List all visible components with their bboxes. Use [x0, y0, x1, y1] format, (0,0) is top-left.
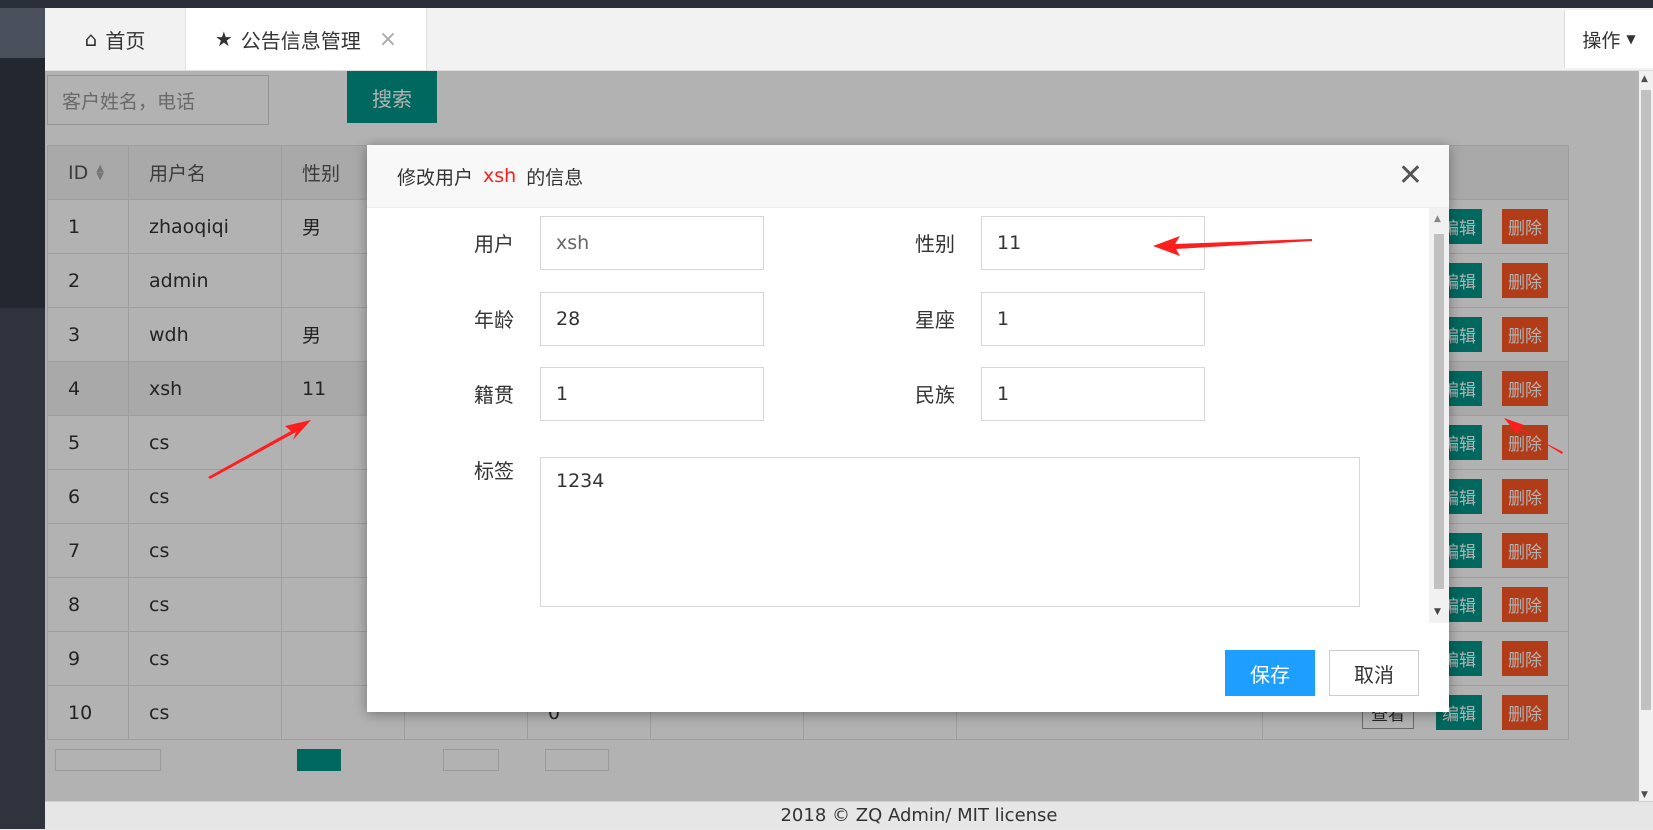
native-place-label: 籍贯	[474, 383, 514, 407]
star-icon: ★	[214, 27, 233, 51]
scroll-up-icon[interactable]: ▲	[1641, 74, 1648, 84]
close-icon[interactable]: ✕	[1398, 161, 1423, 191]
tab-active-label: 公告信息管理	[240, 28, 361, 53]
age-field[interactable]: 28	[540, 292, 764, 346]
modal-title-suffix: 的信息	[526, 166, 584, 189]
operations-dropdown[interactable]: 操作 ▼	[1564, 10, 1653, 68]
cancel-button[interactable]: 取消	[1329, 650, 1419, 696]
gender-field[interactable]: 11	[981, 216, 1205, 270]
footer-text: 2018 © ZQ Admin/ MIT license	[780, 805, 1058, 826]
ethnicity-field[interactable]: 1	[981, 367, 1205, 421]
page-scrollbar-thumb[interactable]	[1641, 90, 1651, 710]
tags-label: 标签	[474, 459, 514, 483]
operations-label: 操作	[1582, 29, 1621, 52]
footer: 2018 © ZQ Admin/ MIT license	[45, 801, 1653, 829]
scroll-up-icon[interactable]: ▲	[1434, 214, 1441, 224]
scroll-down-icon[interactable]: ▼	[1434, 607, 1441, 617]
native-place-field[interactable]: 1	[540, 367, 764, 421]
caret-down-icon: ▼	[1626, 32, 1636, 46]
modal-body: 用户 xsh 性别 11 年龄 28 星座 1 籍贯 1 民族 1 标签 123…	[367, 208, 1427, 623]
tab-close-icon[interactable]: ×	[379, 27, 397, 52]
tab-bar: ⌂ 首页 ★ 公告信息管理 × 操作 ▼	[45, 8, 1653, 71]
modal-scrollbar-thumb[interactable]	[1434, 234, 1444, 589]
modal-scrollbar[interactable]: ▲ ▼	[1429, 208, 1449, 623]
user-field[interactable]: xsh	[540, 216, 764, 270]
edit-user-modal: 修改用户 xsh 的信息 ✕ 用户 xsh 性别 11 年龄 28 星座 1 籍…	[367, 145, 1449, 712]
constellation-field[interactable]: 1	[981, 292, 1205, 346]
modal-title-prefix: 修改用户	[397, 166, 474, 189]
save-button[interactable]: 保存	[1225, 650, 1315, 696]
modal-header: 修改用户 xsh 的信息	[367, 145, 1449, 208]
tags-textarea[interactable]: 1234	[540, 457, 1360, 607]
tab-announcement-management[interactable]: ★ 公告信息管理 ×	[185, 8, 427, 70]
constellation-label: 星座	[915, 308, 955, 332]
gender-label: 性别	[915, 232, 955, 256]
modal-title-username: xsh	[483, 165, 517, 187]
age-label: 年龄	[474, 308, 514, 332]
sidebar-block	[0, 58, 45, 308]
tab-home-label: 首页	[105, 28, 146, 53]
scroll-down-icon[interactable]: ▼	[1641, 790, 1648, 800]
top-strip	[0, 0, 1653, 8]
home-icon: ⌂	[84, 27, 98, 51]
left-sidebar	[0, 8, 45, 829]
tab-home[interactable]: ⌂ 首页	[45, 8, 185, 70]
sidebar-block	[0, 8, 45, 58]
ethnicity-label: 民族	[915, 383, 955, 407]
user-label: 用户	[474, 232, 514, 256]
